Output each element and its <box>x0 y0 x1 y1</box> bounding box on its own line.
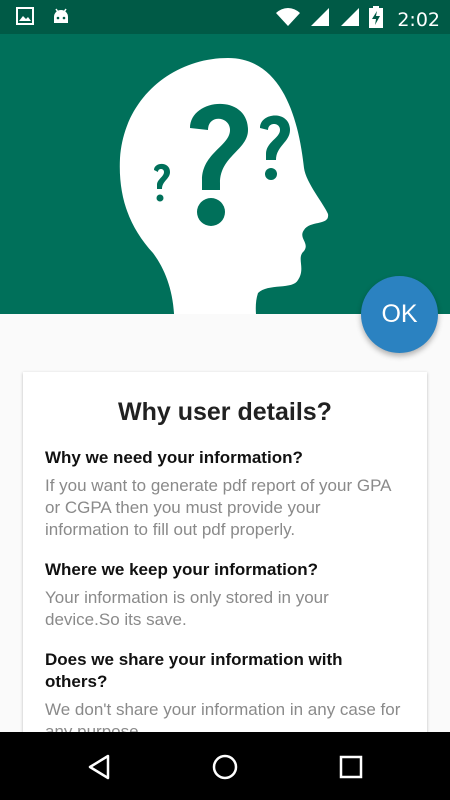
faq-question: Where we keep your information? <box>45 560 318 579</box>
faq-question: Does we share your information with othe… <box>45 650 343 691</box>
wifi-icon <box>275 7 301 32</box>
faq-item: Where we keep your information? Your inf… <box>45 559 405 631</box>
card-title: Why user details? <box>118 398 332 426</box>
status-time: 2:02 <box>397 8 440 31</box>
faq-item: Why we need your information? If you wan… <box>45 447 405 541</box>
info-card: Why user details? Why we need your infor… <box>23 372 427 752</box>
android-icon <box>52 7 70 30</box>
home-icon[interactable] <box>210 752 240 782</box>
signal-icon <box>339 7 361 32</box>
header-banner <box>0 34 450 314</box>
head-question-marks-icon <box>118 58 333 314</box>
status-bar: 2:02 <box>0 0 450 34</box>
back-icon[interactable] <box>84 752 114 782</box>
faq-answer: Your information is only stored in your … <box>45 588 329 629</box>
faq-question: Why we need your information? <box>45 448 303 467</box>
battery-charging-icon <box>369 6 384 33</box>
faq-answer: If you want to generate pdf report of yo… <box>45 476 391 539</box>
navigation-bar <box>0 732 450 800</box>
signal-icon <box>309 7 331 32</box>
faq-item: Does we share your information with othe… <box>45 649 405 743</box>
image-icon <box>16 7 34 30</box>
ok-button[interactable]: OK <box>361 276 438 353</box>
recents-icon[interactable] <box>336 752 366 782</box>
